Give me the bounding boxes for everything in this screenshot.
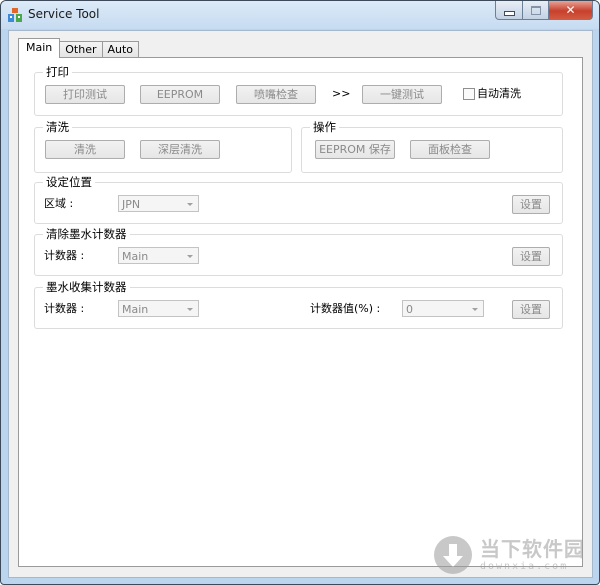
collect-counter-label: 计数器 : [44, 302, 85, 315]
service-tool-window: Service Tool ✕ Main Other Auto 打印 打印测试 E… [0, 0, 600, 585]
clean-button[interactable]: 清洗 [45, 140, 125, 159]
deep-clean-button[interactable]: 深层清洗 [140, 140, 220, 159]
print-test-button[interactable]: 打印测试 [45, 85, 125, 104]
download-arrow-icon [434, 536, 472, 574]
clear-ink-counter-group: 清除墨水计数器 计数器 : Main 设置 [34, 226, 563, 276]
close-icon: ✕ [565, 3, 576, 17]
region-select[interactable]: JPN [118, 195, 199, 212]
window-title: Service Tool [28, 7, 100, 21]
arrow-indicator: >> [332, 87, 351, 100]
clear-counter-label: 计数器 : [44, 249, 85, 262]
auto-clean-label[interactable]: 自动清洗 [477, 87, 521, 101]
ink-collect-counter-group: 墨水收集计数器 计数器 : Main 计数器值(%) : 0 设置 [34, 279, 563, 329]
dropdown-arrow-icon [187, 255, 193, 258]
panel-check-button[interactable]: 面板检查 [410, 140, 490, 159]
client-area: Main Other Auto 打印 打印测试 EEPROM 喷嘴检查 >> 一… [8, 30, 593, 578]
counter-percent-label: 计数器值(%) : [310, 302, 381, 315]
minimize-icon [503, 10, 515, 16]
region-value: JPN [122, 198, 141, 211]
close-button[interactable]: ✕ [549, 1, 593, 20]
main-tab-panel: 打印 打印测试 EEPROM 喷嘴检查 >> 一键测试 自动清洗 清洗 清洗 深… [18, 57, 583, 567]
watermark-en: downxia.com [480, 560, 569, 572]
minimize-button[interactable] [495, 1, 523, 20]
region-set-button[interactable]: 设置 [512, 195, 550, 214]
maximize-button[interactable] [523, 1, 549, 20]
nozzle-check-button[interactable]: 喷嘴检查 [236, 85, 316, 104]
tab-strip: Main Other Auto [18, 38, 140, 58]
clear-counter-value: Main [122, 250, 149, 263]
clear-counter-select[interactable]: Main [118, 247, 199, 264]
dropdown-arrow-icon [187, 203, 193, 206]
clear-counter-set-button[interactable]: 设置 [512, 247, 550, 266]
maximize-icon [530, 5, 541, 15]
watermark: 当下软件园 downxia.com [434, 536, 585, 574]
eeprom-button[interactable]: EEPROM [140, 85, 220, 104]
eeprom-save-button[interactable]: EEPROM 保存 [315, 140, 395, 159]
clean-group-title: 清洗 [43, 119, 72, 135]
collect-counter-set-button[interactable]: 设置 [512, 300, 550, 319]
dropdown-arrow-icon [472, 308, 478, 311]
tab-auto[interactable]: Auto [101, 41, 140, 58]
dropdown-arrow-icon [187, 308, 193, 311]
app-icon [8, 8, 22, 22]
one-key-test-button[interactable]: 一键测试 [362, 85, 442, 104]
auto-clean-checkbox[interactable] [463, 88, 475, 100]
counter-percent-value: 0 [406, 303, 413, 316]
watermark-cn: 当下软件园 [480, 536, 585, 561]
tab-other[interactable]: Other [59, 41, 103, 58]
clear-ink-counter-group-title: 清除墨水计数器 [43, 226, 130, 242]
position-group-title: 设定位置 [43, 174, 95, 190]
tab-main[interactable]: Main [18, 38, 61, 58]
position-group: 设定位置 区域 : JPN 设置 [34, 174, 563, 224]
ink-collect-counter-group-title: 墨水收集计数器 [43, 279, 130, 295]
collect-counter-select[interactable]: Main [118, 300, 199, 317]
print-group: 打印 打印测试 EEPROM 喷嘴检查 >> 一键测试 自动清洗 [34, 64, 563, 116]
print-group-title: 打印 [43, 64, 72, 80]
counter-percent-select[interactable]: 0 [402, 300, 484, 317]
operation-group-title: 操作 [310, 119, 339, 135]
clean-group: 清洗 清洗 深层清洗 [34, 119, 292, 173]
title-bar[interactable]: Service Tool ✕ [1, 1, 599, 29]
collect-counter-value: Main [122, 303, 149, 316]
operation-group: 操作 EEPROM 保存 面板检查 [301, 119, 563, 173]
region-label: 区域 : [44, 197, 74, 210]
